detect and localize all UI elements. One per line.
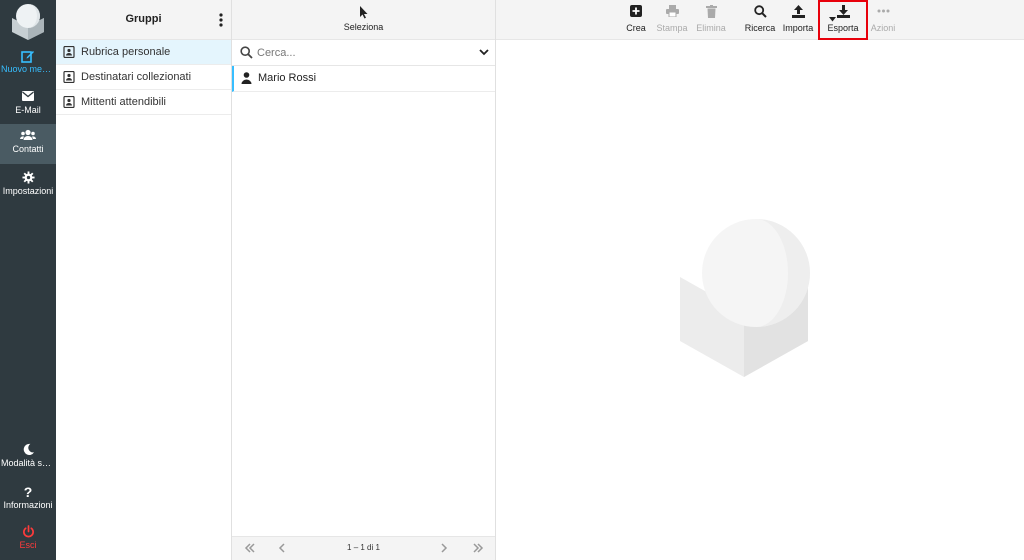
create-button[interactable]: Crea xyxy=(622,5,650,37)
import-button[interactable]: Importa xyxy=(780,5,816,37)
nav-contacts[interactable]: Contatti xyxy=(0,124,56,164)
contacts-panel: Seleziona Mario Rossi 1 – 1 di 1 xyxy=(232,0,496,560)
nav-logout-label: Esci xyxy=(19,540,37,550)
upload-icon xyxy=(780,5,816,23)
contact-name: Mario Rossi xyxy=(258,72,317,84)
cursor-icon xyxy=(232,6,495,22)
trash-icon xyxy=(694,5,728,23)
compose-icon xyxy=(0,44,56,64)
magnifier-icon xyxy=(743,5,777,23)
group-item-trusted[interactable]: Mittenti attendibili xyxy=(56,90,231,115)
select-button[interactable]: Seleziona xyxy=(232,6,495,32)
printer-icon xyxy=(654,5,690,23)
chevron-down-icon[interactable] xyxy=(479,48,489,56)
nav-mail[interactable]: E-Mail xyxy=(0,85,56,125)
print-button[interactable]: Stampa xyxy=(654,5,690,37)
envelope-icon xyxy=(0,85,56,105)
groups-header: Gruppi xyxy=(56,0,231,40)
group-item-label: Mittenti attendibili xyxy=(81,96,166,108)
export-dropdown-caret-icon[interactable] xyxy=(829,17,836,22)
roundcube-logo[interactable] xyxy=(8,2,48,40)
select-label: Seleziona xyxy=(343,22,384,32)
users-icon xyxy=(0,124,56,144)
search-input[interactable] xyxy=(257,44,457,62)
plus-square-icon xyxy=(622,5,650,23)
nav-about[interactable]: ? Informazioni xyxy=(0,480,56,520)
power-icon xyxy=(0,520,56,540)
address-book-icon xyxy=(63,71,75,83)
person-icon xyxy=(241,72,252,84)
question-icon: ? xyxy=(23,484,33,500)
nav-compose[interactable]: Nuovo messaggio xyxy=(0,44,56,84)
more-horizontal-icon xyxy=(868,5,898,23)
download-icon xyxy=(820,5,866,23)
import-label: Importa xyxy=(782,23,814,33)
search-icon[interactable] xyxy=(240,46,253,59)
group-item-collected[interactable]: Destinatari collezionati xyxy=(56,65,231,90)
moon-icon xyxy=(0,438,56,458)
groups-title: Gruppi xyxy=(125,13,162,25)
actions-label: Azioni xyxy=(870,23,896,33)
nav-mail-label: E-Mail xyxy=(15,105,41,115)
delete-label: Elimina xyxy=(696,23,726,33)
group-item-label: Destinatari collezionati xyxy=(81,71,192,83)
group-item-label: Rubrica personale xyxy=(81,46,171,58)
create-label: Crea xyxy=(626,23,646,33)
contacts-header: Seleziona xyxy=(232,0,495,40)
nav-contacts-label: Contatti xyxy=(12,144,44,154)
kebab-menu-icon[interactable] xyxy=(217,12,225,28)
search-bar xyxy=(232,40,495,66)
search-label: Ricerca xyxy=(744,23,776,33)
next-page-icon[interactable] xyxy=(440,543,448,553)
nav-settings-label: Impostazioni xyxy=(2,186,54,196)
address-book-icon xyxy=(63,96,75,108)
print-label: Stampa xyxy=(656,23,688,33)
nav-settings[interactable]: Impostazioni xyxy=(0,166,56,206)
export-button[interactable]: Esporta xyxy=(818,0,868,40)
roundcube-watermark-image xyxy=(680,219,810,377)
group-item-personal[interactable]: Rubrica personale xyxy=(56,40,231,65)
nav-compose-label: Nuovo messaggio xyxy=(1,64,56,74)
address-book-icon xyxy=(63,46,75,58)
export-label: Esporta xyxy=(827,23,859,33)
contact-detail-pane: Crea Stampa Elimina Ricerca Importa Espo… xyxy=(496,0,1024,560)
nav-darkmode[interactable]: Modalità scura xyxy=(0,438,56,478)
last-page-icon[interactable] xyxy=(472,543,484,553)
nav-darkmode-label: Modalità scura xyxy=(1,458,56,468)
delete-button[interactable]: Elimina xyxy=(694,5,728,37)
page-count: 1 – 1 di 1 xyxy=(347,543,380,552)
pagination: 1 – 1 di 1 xyxy=(232,536,495,560)
search-button[interactable]: Ricerca xyxy=(743,5,777,37)
gear-icon xyxy=(0,166,56,186)
actions-button[interactable]: Azioni xyxy=(868,5,898,37)
toolbar: Crea Stampa Elimina Ricerca Importa Espo… xyxy=(496,0,1024,40)
nav-logout[interactable]: Esci xyxy=(0,520,56,560)
groups-panel: Gruppi Rubrica personale Destinatari col… xyxy=(56,0,232,560)
main-navigation: Nuovo messaggio E-Mail Contatti Impostaz… xyxy=(0,0,56,560)
contact-list-item[interactable]: Mario Rossi xyxy=(232,66,495,92)
nav-about-label: Informazioni xyxy=(3,500,53,510)
